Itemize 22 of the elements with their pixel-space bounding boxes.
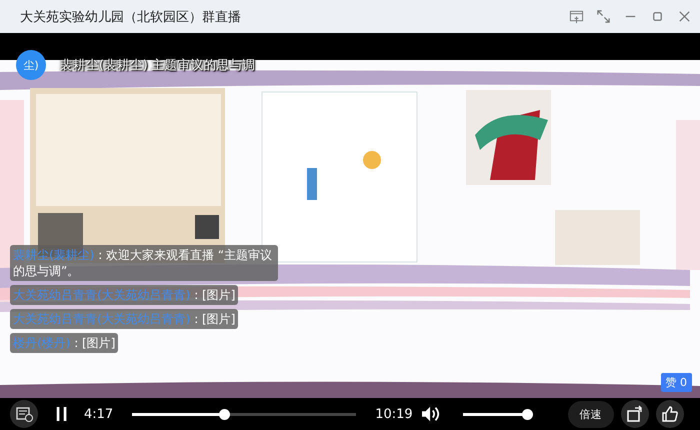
presenter-avatar: 尘) xyxy=(16,50,46,80)
notes-icon[interactable] xyxy=(10,400,38,428)
like-count: 赞 0 xyxy=(660,373,692,392)
pause-icon[interactable] xyxy=(55,405,69,423)
live-title: 裴耕尘(裴耕尘) 主题审议的思与调 xyxy=(60,56,256,74)
chat-message: 楼丹(楼丹) : [图片] xyxy=(10,333,118,353)
elapsed-time: 4:17 xyxy=(84,406,114,422)
pin-window-icon[interactable] xyxy=(569,9,584,24)
thumbs-up-icon[interactable] xyxy=(656,400,684,428)
window-title: 大关苑实验幼儿园（北软园区）群直播 xyxy=(20,8,241,26)
progress-handle[interactable] xyxy=(219,408,230,420)
volume-handle[interactable] xyxy=(522,408,534,420)
chat-message: 裴耕尘(裴耕尘) : 欢迎大家来观看直播 “主题审议的思与调”。 xyxy=(10,245,278,281)
speed-button[interactable]: 倍速 xyxy=(568,400,614,428)
maximize-icon[interactable] xyxy=(650,9,665,24)
close-icon[interactable] xyxy=(677,9,692,24)
chat-message: 大关苑幼吕青青(大关苑幼吕青青) : [图片] xyxy=(10,285,238,305)
volume-icon[interactable] xyxy=(420,405,442,423)
fullscreen-icon[interactable] xyxy=(596,9,611,24)
chat-message: 大关苑幼吕青青(大关苑幼吕青青) : [图片] xyxy=(10,309,238,329)
rotate-icon[interactable] xyxy=(620,400,649,428)
duration-time: 10:19 xyxy=(375,406,413,422)
